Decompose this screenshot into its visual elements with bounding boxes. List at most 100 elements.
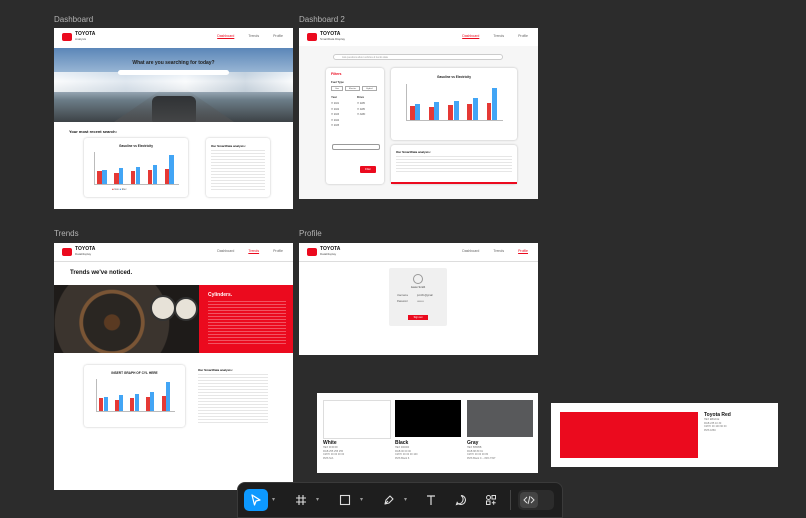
chart-card-2: Gasoline vs Electricity (391, 68, 517, 140)
analysis-title: Our SmartData analysis: (396, 150, 431, 154)
year-list: ☐ 2021 ☐ 2022 ☐ 2023 ☐ 2024 ☐ 2025 (331, 101, 339, 129)
chart-bar (102, 169, 107, 184)
frame-label-trends[interactable]: Trends (54, 229, 79, 238)
swatch-gray-info: Gray HEX 58595B RGB 88 89 91 CMYK 00 00 0… (467, 440, 496, 460)
nav-profile[interactable]: Profile (518, 249, 528, 253)
chevron-down-icon[interactable]: ▾ (404, 496, 407, 503)
pen-tool-icon[interactable] (378, 489, 400, 511)
year-option[interactable]: ☐ 2021 (331, 101, 339, 107)
chart-bar (119, 168, 124, 184)
password-value[interactable]: •••••••• (417, 300, 424, 303)
swatch-meta: HEX 000000 RGB 00 00 00 CMYK 00 00 00 100… (395, 446, 418, 460)
nav-profile[interactable]: Profile (518, 34, 528, 38)
rectangle-tool-icon[interactable] (334, 489, 356, 511)
hero-search-input[interactable] (118, 70, 229, 75)
nav-profile[interactable]: Profile (273, 249, 283, 253)
chevron-down-icon[interactable]: ▾ (360, 496, 363, 503)
filters-panel: Filters Fuel Type Gas Electric Hybrid Ye… (326, 68, 384, 184)
accent-bar (391, 182, 517, 184)
text-tool-icon[interactable] (420, 489, 442, 511)
nav-bar: Dashboard Trends Profile (217, 34, 283, 38)
chart-bar (486, 102, 492, 120)
brand-sub: Analysis (75, 37, 87, 41)
nav-profile[interactable]: Profile (273, 34, 283, 38)
design-toolbar: ▾ ▾ ▾ ▾ (237, 482, 563, 518)
chart-bar (166, 382, 171, 411)
chart-bar (448, 104, 454, 120)
drive-option[interactable]: ☐ 2WD (357, 101, 365, 107)
frame-label-profile[interactable]: Profile (299, 229, 322, 238)
chart-legend: ■ Gas ■ Elec (112, 188, 127, 191)
chart-bar (99, 398, 104, 411)
year-option[interactable]: ☐ 2025 (331, 123, 339, 129)
chart-bar (472, 98, 478, 120)
frame-label-dashboard2[interactable]: Dashboard 2 (299, 15, 345, 24)
frame-trends[interactable]: TOYOTA DataDisplay Dashboard Trends Prof… (54, 243, 293, 490)
username-label: Username (397, 294, 409, 297)
swatch-gray (467, 400, 533, 437)
fuel-option-gas[interactable]: Gas (331, 86, 344, 91)
nav-dashboard[interactable]: Dashboard (462, 34, 479, 38)
chevron-down-icon[interactable]: ▾ (316, 496, 319, 503)
chart-title: INSERT GRAPH OF CYL HERE (111, 371, 158, 375)
nav-dashboard[interactable]: Dashboard (462, 249, 479, 253)
toyota-red-frame[interactable]: Toyota Red HEX EB0A1E RGB 235 10 30 CMYK … (551, 403, 778, 467)
move-tool-icon[interactable] (244, 489, 268, 511)
frame-dashboard[interactable]: TOYOTA Analysis Dashboard Trends Profile… (54, 28, 293, 209)
nav-trends[interactable]: Trends (248, 34, 259, 38)
hero-title: What are you searching for today? (132, 60, 215, 66)
frame-tool-icon[interactable] (290, 489, 312, 511)
frame-label-dashboard[interactable]: Dashboard (54, 15, 93, 24)
nav-trends[interactable]: Trends (493, 249, 504, 253)
chart-bar (119, 395, 124, 411)
chart-bar (434, 102, 440, 120)
fuel-option-electric[interactable]: Electric (345, 86, 361, 91)
swatch-meta: HEX EB0A1E RGB 235 10 30 CMYK 00 100 90 0… (704, 418, 727, 432)
range-slider[interactable] (332, 144, 380, 150)
components-tool-icon[interactable] (480, 489, 502, 511)
swatch-red (560, 412, 698, 458)
user-name: Jason Smith (410, 286, 426, 289)
nav-bar: Dashboard Trends Profile (462, 249, 528, 253)
frame-dashboard2[interactable]: TOYOTA SmartData Display Dashboard Trend… (299, 28, 538, 199)
chart-bar (415, 103, 421, 120)
comment-tool-icon[interactable] (450, 489, 472, 511)
search-input[interactable]: Ask questions about vehicles & trends da… (333, 54, 503, 60)
username-value[interactable]: jsmith1@gmail (417, 294, 433, 297)
chevron-down-icon[interactable]: ▾ (272, 496, 275, 503)
recent-search-title: Your most recent search: (69, 129, 117, 134)
avatar-icon (413, 274, 423, 284)
brand-sub: DataDisplay (75, 252, 92, 256)
frame-profile[interactable]: TOYOTA DataDisplay Dashboard Trends Prof… (299, 243, 538, 355)
year-label: Year (331, 95, 337, 99)
chart-bar (114, 399, 119, 411)
nav-dashboard[interactable]: Dashboard (217, 34, 234, 38)
toyota-logo: TOYOTA DataDisplay (62, 247, 95, 256)
analysis-title: Our SmartData analysis: (198, 368, 233, 372)
signout-button[interactable]: Sign out (408, 315, 428, 320)
chart-bar (135, 167, 141, 184)
dev-mode-toggle[interactable] (518, 490, 554, 510)
chart-title: Gasoline vs Electricity (436, 75, 472, 79)
cylinders-panel: Cylinders. (199, 285, 293, 353)
chart-card: Gasoline vs Electricity ■ Gas ■ Elec (84, 138, 188, 197)
year-option[interactable]: ☐ 2023 (331, 112, 339, 118)
cyl-chart-card: INSERT GRAPH OF CYL HERE (84, 365, 185, 427)
nav-trends[interactable]: Trends (248, 249, 259, 253)
toyota-logo: TOYOTA Analysis (62, 32, 95, 41)
fuel-option-hybrid[interactable]: Hybrid (362, 86, 377, 91)
analysis-card-2: Our SmartData analysis: (391, 145, 517, 184)
chart-plot (406, 84, 503, 121)
chart-plot (96, 379, 175, 412)
chart-bar (409, 105, 415, 120)
toolbar-divider (510, 490, 511, 510)
nav-dashboard[interactable]: Dashboard (217, 249, 234, 253)
nav-trends[interactable]: Trends (493, 34, 504, 38)
filter-button[interactable]: Filter (360, 166, 376, 173)
chart-bar (150, 391, 155, 411)
analysis-text (396, 156, 512, 174)
drive-option[interactable]: ☐ AWD (357, 112, 365, 118)
color-palette-frame[interactable]: White HEX FFFFFF RGB 255 255 255 CMYK 00 … (317, 393, 538, 473)
swatch-meta: HEX 58595B RGB 88 89 91 CMYK 00 00 00 80 P… (467, 446, 496, 460)
fuel-type-label: Fuel Type (331, 80, 344, 84)
